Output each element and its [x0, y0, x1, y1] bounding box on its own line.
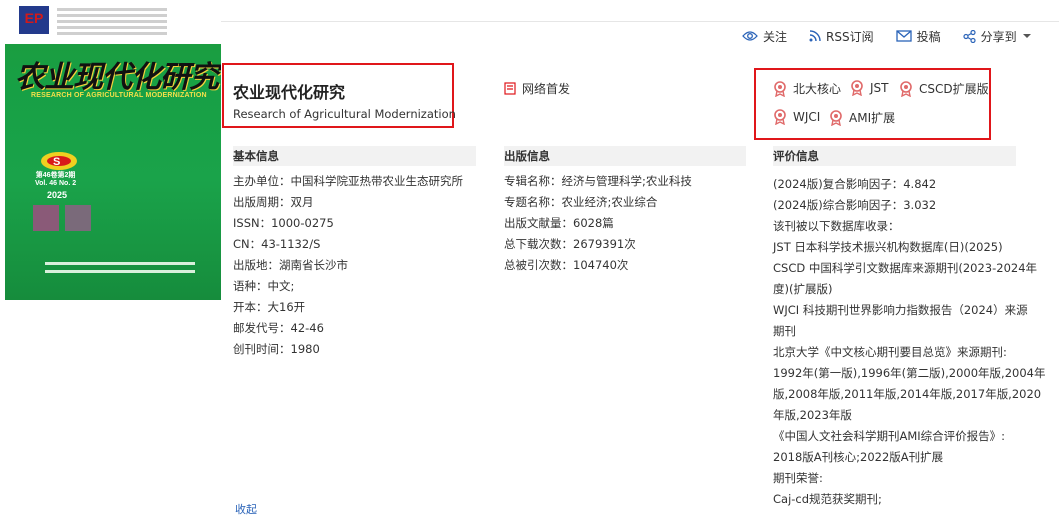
rss-button[interactable]: RSS订阅	[809, 28, 874, 45]
badge-icon	[830, 109, 842, 126]
evaluation-line: JST 日本科学技术振兴机构数据库(日)(2025)	[773, 240, 1003, 254]
evaluation-line: 期刊	[773, 324, 796, 338]
rss-icon	[809, 30, 821, 42]
submit-button[interactable]: 投稿	[895, 28, 941, 45]
cover-title: 农业现代化研究	[15, 60, 219, 95]
info-row: 邮发代号：42-46	[233, 321, 324, 335]
evaluation-line: (2024版)综合影响因子：3.032	[773, 198, 937, 212]
evaluation-line: 北京大学《中文核心期刊要目总览》来源期刊:	[773, 345, 1007, 359]
journal-title-en: Research of Agricultural Modernization	[233, 107, 456, 121]
publish-info-heading: 出版信息	[504, 146, 746, 166]
document-icon	[504, 82, 516, 95]
badge-icon	[774, 80, 786, 97]
cover-emblem-icon: S	[41, 152, 77, 170]
publisher-logo: EP	[19, 6, 49, 34]
evaluation-line: 1992年(第一版),1996年(第二版),2000年版,2004年	[773, 366, 1046, 380]
evaluation-line: 2018版A刊核心;2022版A刊扩展	[773, 450, 944, 464]
info-row: 总被引次数：104740次	[504, 258, 629, 272]
info-row: 创刊时间：1980	[233, 342, 320, 356]
info-row: 出版文献量：6028篇	[504, 216, 614, 230]
online-first-link[interactable]: 网络首发	[504, 80, 570, 97]
info-row: 主办单位：中国科学院亚热带农业生态研究所	[233, 174, 463, 188]
evaluation-info-list: (2024版)复合影响因子：4.842 (2024版)综合影响因子：3.032 …	[773, 174, 1046, 510]
badge-icon	[851, 80, 863, 96]
evaluation-line: CSCD 中国科学引文数据库来源期刊(2023-2024年	[773, 261, 1038, 275]
journal-title-cn: 农业现代化研究	[233, 83, 346, 102]
cover-year: 2025	[47, 190, 68, 200]
cover-footer-lines	[45, 262, 195, 278]
tag-wjci[interactable]: WJCI	[773, 109, 820, 125]
evaluation-line: (2024版)复合影响因子：4.842	[773, 177, 937, 191]
evaluation-line: 期刊荣誉:	[773, 471, 823, 485]
cover-header-lines	[57, 8, 167, 38]
info-row: 总下载次数：2679391次	[504, 237, 636, 251]
info-row: 专题名称：农业经济;农业综合	[504, 195, 658, 209]
evaluation-line: 度)(扩展版)	[773, 282, 833, 296]
info-row: 开本：大16开	[233, 300, 306, 314]
badge-icon	[900, 80, 912, 97]
top-toolbar: 关注 RSS订阅 投稿 分享到	[742, 26, 1037, 46]
evaluation-line: 年版,2023年版	[773, 408, 852, 422]
info-row: CN：43-1132/S	[233, 237, 321, 251]
mail-icon	[895, 30, 912, 42]
info-row: ISSN：1000-0275	[233, 216, 334, 230]
tag-pku-core[interactable]: 北大核心	[773, 80, 841, 97]
follow-button[interactable]: 关注	[742, 28, 787, 45]
caret-down-icon	[1022, 34, 1031, 38]
badge-icon	[774, 109, 786, 125]
cover-header: EP	[5, 0, 221, 44]
basic-info-list: 主办单位：中国科学院亚热带农业生态研究所 出版周期：双月 ISSN：1000-0…	[233, 174, 463, 363]
cover-en-title: RESEARCH OF AGRICULTURAL MODERNIZATION	[31, 92, 207, 99]
info-row: 专辑名称：经济与管理科学;农业科技	[504, 174, 692, 188]
evaluation-line: 该刊被以下数据库收录：	[773, 219, 900, 233]
evaluation-line: WJCI 科技期刊世界影响力指数报告（2024）来源	[773, 303, 1028, 317]
tags-highlight-box	[754, 68, 991, 140]
tag-ami[interactable]: AMI扩展	[829, 109, 895, 126]
share-icon	[963, 29, 976, 43]
svg-text:S: S	[53, 156, 60, 168]
cover-qr-code	[33, 205, 59, 231]
tag-jst[interactable]: JST	[850, 80, 889, 96]
eye-icon	[742, 31, 758, 41]
evaluation-info-heading: 评价信息	[773, 146, 1016, 166]
share-button[interactable]: 分享到	[963, 28, 1037, 45]
info-row: 出版周期：双月	[233, 195, 314, 209]
cover-qr-code	[65, 205, 91, 231]
top-divider	[221, 21, 1059, 22]
evaluation-line: 《中国人文社会科学期刊AMI综合评价报告》:	[773, 429, 1006, 443]
basic-info-heading: 基本信息	[233, 146, 476, 166]
tag-cscd[interactable]: CSCD扩展版	[899, 80, 989, 97]
cover-issue: 第46卷第2期 Vol. 46 No. 2	[35, 172, 77, 187]
journal-cover-image: EP 农业现代化研究 RESEARCH OF AGRICULTURAL MODE…	[5, 0, 221, 300]
publish-info-list: 专辑名称：经济与管理科学;农业科技 专题名称：农业经济;农业综合 出版文献量：6…	[504, 174, 692, 279]
journal-page: EP 农业现代化研究 RESEARCH OF AGRICULTURAL MODE…	[0, 0, 1059, 516]
evaluation-line: Caj-cd规范获奖期刊;	[773, 492, 882, 506]
collapse-link[interactable]: 收起	[235, 501, 257, 517]
info-row: 出版地：湖南省长沙市	[233, 258, 348, 272]
info-row: 语种：中文;	[233, 279, 295, 293]
evaluation-line: 版,2008年版,2011年版,2014年版,2017年版,2020	[773, 387, 1042, 401]
